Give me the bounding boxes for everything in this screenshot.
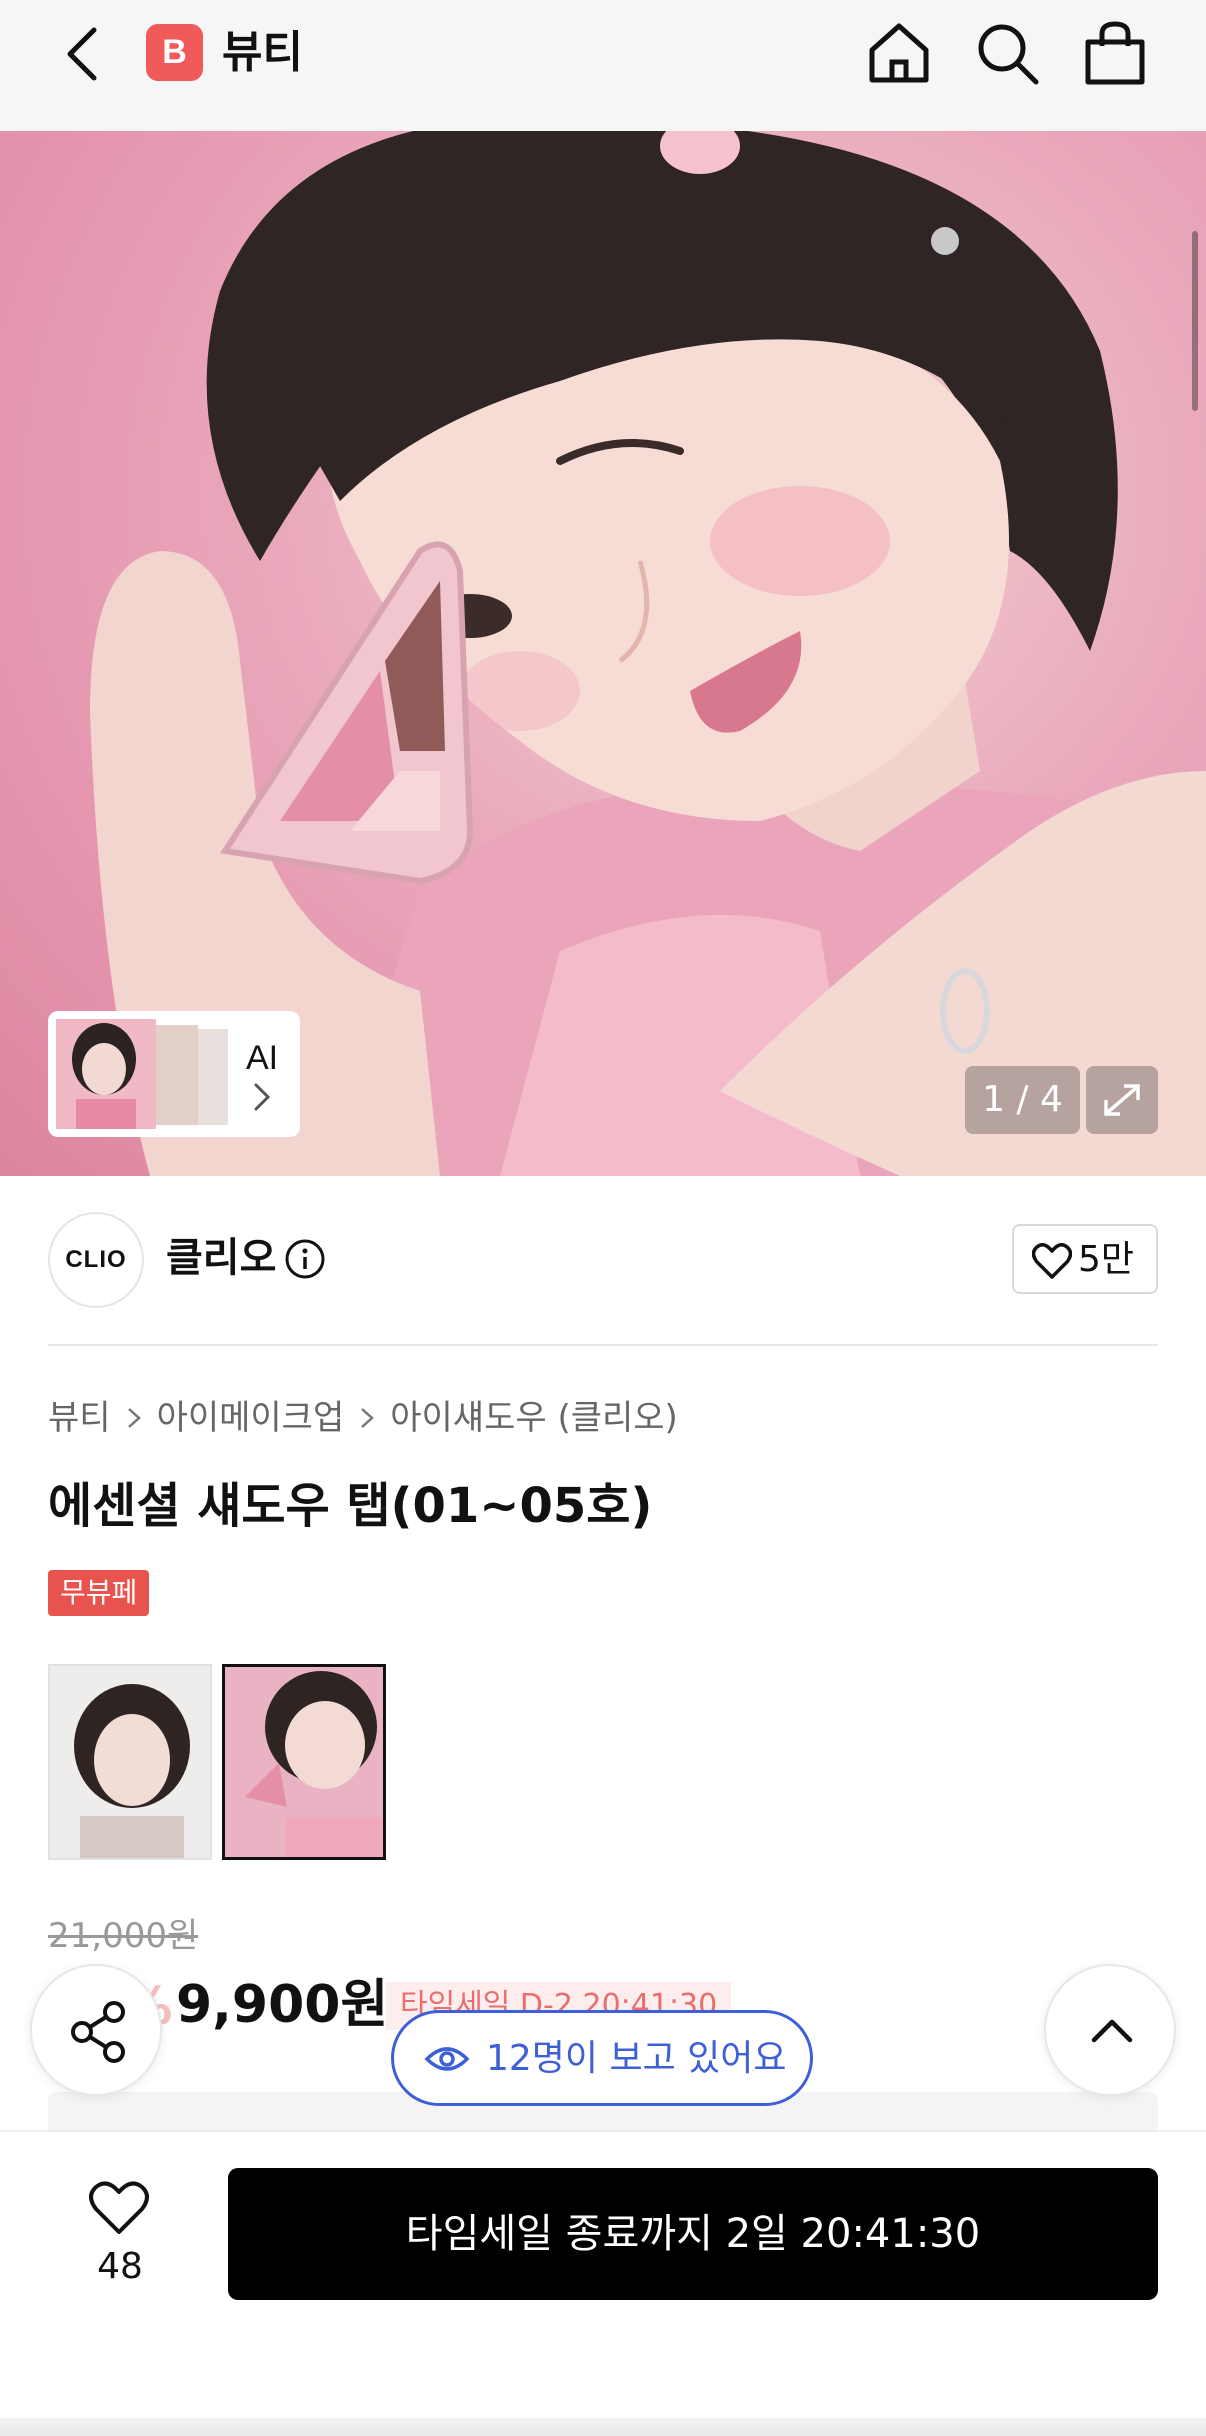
home-icon <box>869 23 929 83</box>
top-header: B 뷰티 <box>0 0 1206 131</box>
option-thumbnail-selected[interactable] <box>222 1664 386 1860</box>
scroll-top-button[interactable] <box>1044 1964 1176 2096</box>
chevron-up-icon <box>1091 2019 1133 2043</box>
timesale-buy-button[interactable]: 타임세일 종료까지 2일 20:41:30 <box>228 2168 1158 2300</box>
chevron-right-icon <box>127 1408 141 1428</box>
cart-button[interactable] <box>1082 20 1148 86</box>
original-price: 21,000원 <box>48 1916 199 1956</box>
heart-icon <box>89 2181 149 2234</box>
chevron-right-icon <box>254 1083 271 1111</box>
home-button[interactable] <box>866 20 932 86</box>
brand-like-count: 5만 <box>1078 1239 1135 1280</box>
sale-price: 9,900원 <box>176 1975 389 2035</box>
chevron-right-icon <box>361 1408 375 1428</box>
brand-logo[interactable]: CLIO <box>48 1212 144 1308</box>
breadcrumb-item[interactable]: 아이섀도우 (클리오) <box>390 1398 678 1438</box>
b-logo[interactable]: B <box>146 24 203 81</box>
wishlist-button[interactable]: 48 <box>60 2176 180 2296</box>
product-title: 에센셜 섀도우 탭(01~05호) <box>48 1478 653 1534</box>
ai-thumbnail-images <box>56 1019 228 1129</box>
viewers-indicator: 12명이 보고 있어요 <box>391 2010 813 2106</box>
breadcrumb-item[interactable]: 아이메이크업 <box>157 1398 345 1438</box>
divider <box>48 1344 1158 1346</box>
breadcrumb: 뷰티 아이메이크업 아이섀도우 (클리오) <box>48 1394 678 1442</box>
brand-name[interactable]: 클리오 <box>166 1230 276 1286</box>
home-indicator-area <box>0 2418 1206 2436</box>
image-counter: 1 / 4 <box>965 1066 1080 1134</box>
promo-badge: 무뷰페 <box>48 1570 150 1616</box>
option-thumbnail-image <box>50 1666 210 1858</box>
viewers-text: 12명이 보고 있어요 <box>486 2038 787 2079</box>
expand-icon <box>1104 1084 1140 1116</box>
brand-like-button[interactable]: 5만 <box>1012 1224 1158 1294</box>
back-button[interactable] <box>60 26 110 82</box>
share-icon <box>71 2001 125 2063</box>
ai-label: AI <box>246 1039 279 1077</box>
back-icon <box>67 27 97 81</box>
product-hero-image[interactable]: AI 1 / 4 <box>0 131 1206 1176</box>
page-title: 뷰티 <box>222 27 303 78</box>
wishlist-count: 48 <box>97 2246 143 2287</box>
search-button[interactable] <box>974 20 1040 86</box>
eye-icon <box>424 2047 470 2071</box>
expand-button[interactable] <box>1086 1066 1158 1134</box>
option-thumbnail-image <box>225 1667 383 1857</box>
heart-icon <box>1032 1243 1072 1279</box>
ai-similar-thumbnails[interactable]: AI <box>48 1011 300 1137</box>
share-button[interactable] <box>30 1964 162 2096</box>
search-icon <box>978 24 1039 85</box>
breadcrumb-item[interactable]: 뷰티 <box>48 1398 111 1438</box>
info-icon[interactable] <box>284 1238 326 1280</box>
scroll-indicator <box>1192 231 1198 411</box>
option-thumbnail[interactable] <box>48 1664 212 1860</box>
shopping-bag-icon <box>1085 21 1145 85</box>
bottom-action-bar: 48 타임세일 종료까지 2일 20:41:30 <box>0 2130 1206 2436</box>
